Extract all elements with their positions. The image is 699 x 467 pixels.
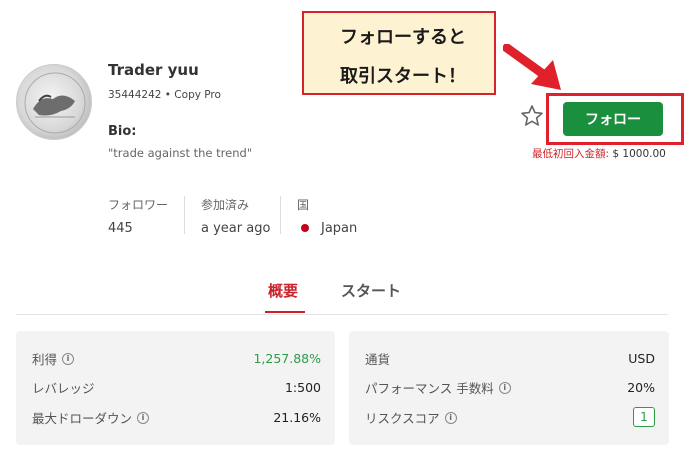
stat-divider (280, 196, 281, 234)
row-leverage-value: 1:500 (284, 379, 321, 395)
row-risk-score: リスクスコア i 1 (365, 407, 655, 427)
bio-text: "trade against the trend" (108, 146, 253, 160)
trader-name: Trader yuu (108, 61, 199, 79)
row-performance-fee-label: パフォーマンス 手数料 (365, 380, 494, 396)
row-currency-label: 通貨 (365, 351, 391, 367)
row-gain: 利得 i 1,257.88% (32, 348, 321, 368)
tab-divider (16, 314, 668, 315)
info-icon[interactable]: i (444, 412, 457, 424)
account-panel: 通貨 USD パフォーマンス 手数料 i 20% リスクスコア i 1 (349, 331, 669, 445)
performance-panel: 利得 i 1,257.88% レバレッジ 1:500 最大ドローダウン i 21.1… (16, 331, 335, 445)
row-max-drawdown: 最大ドローダウン i 21.16% (32, 407, 321, 427)
row-leverage-label: レバレッジ (32, 380, 95, 396)
stat-followers-label: フォロワー (108, 198, 169, 212)
info-icon[interactable]: i (137, 412, 150, 424)
trader-id-line: 35444242 • Copy Pro (108, 89, 221, 101)
min-deposit-label: 最低初回入金額: (532, 148, 610, 160)
follow-button[interactable]: フォロー (563, 102, 663, 136)
japan-flag-icon (301, 223, 309, 232)
risk-score-badge: 1 (633, 407, 655, 427)
tab-overview[interactable]: 概要 (268, 280, 298, 301)
avatar (16, 64, 92, 140)
row-risk-score-label: リスクスコア (365, 410, 440, 426)
stat-country-value: Japan (321, 221, 358, 236)
stat-country-value-wrap: Japan (297, 221, 357, 236)
row-leverage: レバレッジ 1:500 (32, 377, 321, 397)
stat-country-label: 国 (297, 198, 310, 212)
row-currency-value: USD (628, 350, 655, 366)
info-icon[interactable]: i (62, 353, 75, 365)
tab-active-indicator (265, 311, 305, 313)
annotation-line-1: フォローすると (340, 27, 466, 48)
row-gain-value: 1,257.88% (253, 350, 321, 366)
stat-followers-value: 445 (108, 221, 133, 236)
stat-divider (184, 196, 185, 234)
stat-joined-label: 参加済み (201, 198, 250, 212)
stat-followers: フォロワー 445 (108, 196, 168, 236)
annotation-callout: フォローすると 取引スタート！ (302, 11, 496, 95)
bio-label: Bio: (108, 124, 137, 139)
info-icon[interactable]: i (498, 382, 511, 394)
bull-logo-icon (24, 72, 86, 134)
row-performance-fee-value: 20% (627, 379, 655, 395)
row-gain-label: 利得 (32, 351, 58, 367)
row-currency: 通貨 USD (365, 348, 655, 368)
row-max-drawdown-label: 最大ドローダウン (32, 410, 133, 426)
row-performance-fee: パフォーマンス 手数料 i 20% (365, 377, 655, 397)
annotation-arrow-icon (503, 44, 561, 90)
star-outline-icon[interactable] (520, 104, 544, 128)
min-deposit-value: $ 1000.00 (612, 148, 666, 160)
tab-start[interactable]: スタート (341, 280, 401, 301)
stat-country: 国 Japan (297, 196, 357, 236)
min-deposit: 最低初回入金額: $ 1000.00 (532, 146, 666, 161)
stat-joined: 参加済み a year ago (201, 196, 270, 236)
row-max-drawdown-value: 21.16% (273, 409, 321, 425)
annotation-line-2: 取引スタート！ (340, 66, 466, 87)
stat-joined-value: a year ago (201, 221, 271, 236)
